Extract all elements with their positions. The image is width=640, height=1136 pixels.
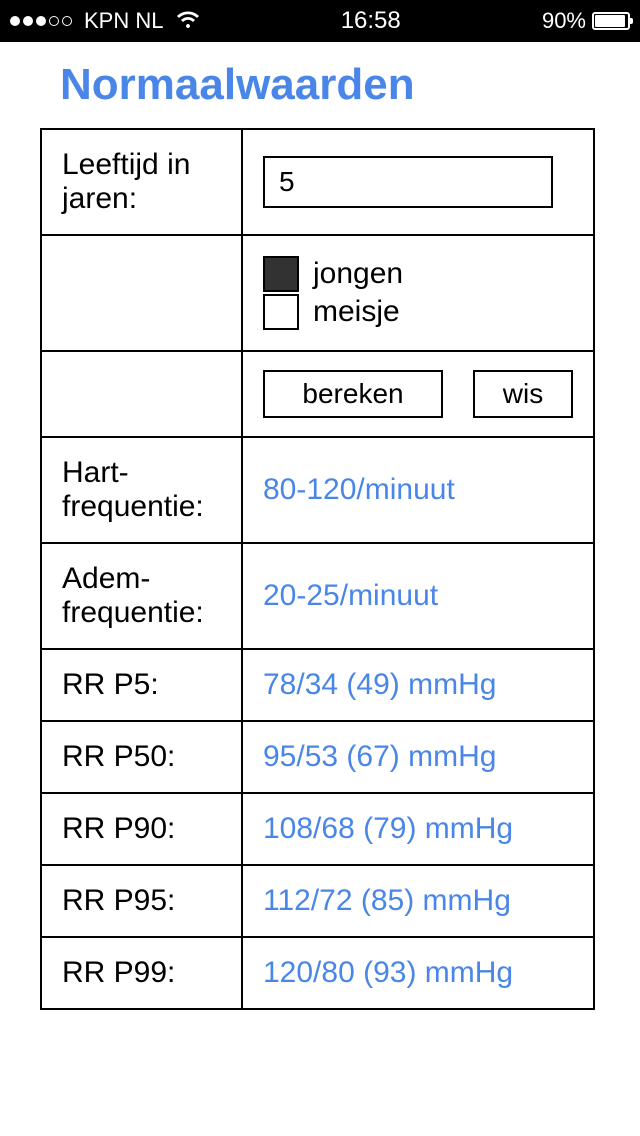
resp-rate-value: 20-25/minuut (242, 543, 594, 649)
wifi-icon (177, 7, 199, 35)
rr-p50-label: RR P50: (41, 721, 242, 793)
gender-boy-label: jongen (313, 257, 403, 291)
rr-p5-value: 78/34 (49) mmHg (242, 649, 594, 721)
gender-girl-checkbox[interactable] (263, 294, 299, 330)
age-input[interactable] (263, 156, 553, 208)
status-left: KPN NL (10, 7, 199, 35)
page-title: Normaalwaarden (0, 42, 640, 128)
heart-rate-value: 80-120/minuut (242, 437, 594, 543)
resp-rate-label: Adem-frequentie: (41, 543, 242, 649)
rr-p90-value: 108/68 (79) mmHg (242, 793, 594, 865)
gender-girl-label: meisje (313, 295, 400, 329)
rr-p5-label: RR P5: (41, 649, 242, 721)
rr-p99-label: RR P99: (41, 937, 242, 1009)
clear-button[interactable]: wis (473, 370, 573, 418)
normal-values-table: Leeftijd in jaren: jongen meisje bereken… (40, 128, 595, 1010)
battery-icon (592, 12, 630, 30)
rr-p50-value: 95/53 (67) mmHg (242, 721, 594, 793)
buttons-cell: bereken wis (242, 351, 594, 437)
rr-p90-label: RR P90: (41, 793, 242, 865)
signal-strength-icon (10, 16, 72, 26)
buttons-label-cell (41, 351, 242, 437)
calculate-button[interactable]: bereken (263, 370, 443, 418)
rr-p99-value: 120/80 (93) mmHg (242, 937, 594, 1009)
gender-boy-checkbox[interactable] (263, 256, 299, 292)
gender-boy-row: jongen (263, 256, 573, 292)
status-right: 90% (542, 8, 630, 34)
gender-cell: jongen meisje (242, 235, 594, 351)
status-time: 16:58 (199, 7, 541, 35)
age-cell (242, 129, 594, 235)
battery-percent: 90% (542, 8, 586, 34)
gender-girl-row: meisje (263, 294, 573, 330)
heart-rate-label: Hart-frequentie: (41, 437, 242, 543)
rr-p95-value: 112/72 (85) mmHg (242, 865, 594, 937)
status-bar: KPN NL 16:58 90% (0, 0, 640, 42)
age-label: Leeftijd in jaren: (41, 129, 242, 235)
rr-p95-label: RR P95: (41, 865, 242, 937)
carrier-label: KPN NL (84, 8, 163, 34)
gender-label-cell (41, 235, 242, 351)
